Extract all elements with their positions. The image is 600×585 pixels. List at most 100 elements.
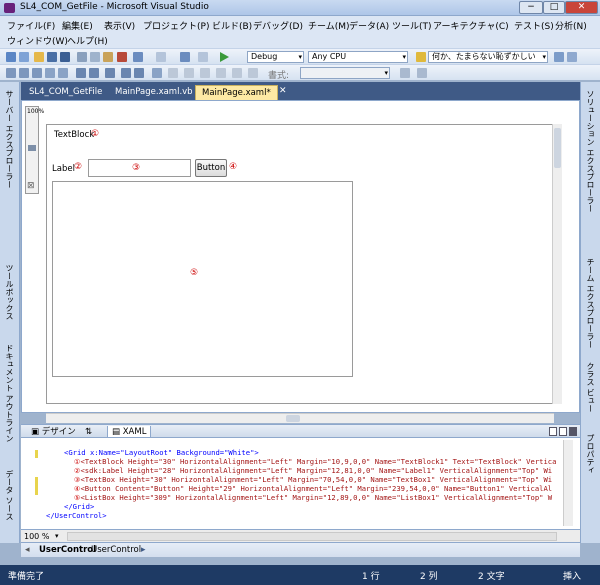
- uncomment-icon[interactable]: [105, 68, 115, 78]
- align-center-icon[interactable]: [19, 68, 29, 78]
- text-icon[interactable]: [417, 68, 427, 78]
- textblock-element[interactable]: TextBlock: [54, 130, 94, 140]
- solution-explorer-tab[interactable]: ソリューション エクスプローラー: [585, 90, 596, 213]
- menu-project[interactable]: プロジェクト(P): [143, 19, 209, 32]
- solution-explorer-icon[interactable]: [554, 52, 564, 62]
- swap-panes-button[interactable]: ⇅: [81, 426, 96, 438]
- align-right-icon[interactable]: [32, 68, 42, 78]
- navigate-back-icon[interactable]: [180, 52, 190, 62]
- scrollbar-thumb[interactable]: [286, 415, 300, 422]
- save-icon[interactable]: [47, 52, 57, 62]
- tab-sl4-com-getfile[interactable]: SL4_COM_GetFile: [23, 85, 108, 100]
- fit-icon[interactable]: ⊠: [27, 181, 35, 191]
- horizontal-split-icon[interactable]: [549, 427, 557, 436]
- data-sources-tab[interactable]: データ ソース: [4, 470, 15, 521]
- design-tab[interactable]: ▣ デザイン: [27, 426, 80, 438]
- button-element[interactable]: Button: [195, 159, 227, 177]
- code-line-textblock[interactable]: ①<TextBlock Height="30" HorizontalAlignm…: [74, 457, 556, 466]
- tab-mainpage-xaml[interactable]: MainPage.xaml*: [195, 85, 278, 100]
- tab-order-icon[interactable]: [248, 68, 258, 78]
- close-tab-icon[interactable]: ✕: [279, 86, 287, 96]
- configuration-dropdown[interactable]: Debug ▾: [247, 51, 304, 63]
- class-view-tab[interactable]: クラス ビュー: [585, 362, 596, 413]
- document-outline-tab[interactable]: ドキュメント アウトライン: [4, 344, 15, 443]
- menu-view[interactable]: 表示(V): [104, 19, 135, 32]
- find-in-files-icon[interactable]: [416, 52, 426, 62]
- team-explorer-tab[interactable]: チーム エクスプローラー: [585, 258, 596, 349]
- undo-icon[interactable]: [133, 52, 143, 62]
- cut-icon[interactable]: [77, 52, 87, 62]
- align-left-icon[interactable]: [6, 68, 16, 78]
- tab-mainpage-xaml-vb[interactable]: MainPage.xaml.vb: [109, 85, 199, 100]
- code-line-usercontrol-close[interactable]: </UserControl>: [46, 511, 107, 520]
- minimize-button[interactable]: −: [519, 1, 543, 14]
- bookmark-icon[interactable]: [76, 68, 86, 78]
- copy-icon[interactable]: [90, 52, 100, 62]
- grid-icon[interactable]: [216, 68, 226, 78]
- collapse-pane-icon[interactable]: [569, 427, 577, 436]
- properties-tab[interactable]: プロパティ: [585, 434, 596, 474]
- save-all-icon[interactable]: [60, 52, 70, 62]
- scrollbar-thumb[interactable]: [554, 128, 561, 168]
- close-button[interactable]: ✕: [565, 1, 598, 14]
- code-line-textbox[interactable]: ③<TextBox Height="30" HorizontalAlignmen…: [74, 475, 552, 484]
- find-combo[interactable]: 何か、たまらない恥ずかしい ▾: [428, 51, 548, 63]
- start-debugging-icon[interactable]: [220, 52, 229, 62]
- zoom-slider[interactable]: 100% ⊠: [25, 106, 44, 194]
- size-width-icon[interactable]: [152, 68, 162, 78]
- code-line-listbox[interactable]: ⑤<ListBox Height="309" HorizontalAlignme…: [74, 493, 552, 502]
- delete-icon[interactable]: [117, 52, 127, 62]
- toolbox-tab[interactable]: ツールボックス: [4, 264, 15, 320]
- paste-icon[interactable]: [103, 52, 113, 62]
- menu-test[interactable]: テスト(S): [514, 19, 554, 32]
- font-size-icon[interactable]: [45, 68, 55, 78]
- designer-vertical-scrollbar[interactable]: [552, 124, 562, 404]
- code-horizontal-scrollbar[interactable]: [67, 532, 557, 541]
- server-explorer-tab[interactable]: サーバー エクスプローラー: [4, 90, 15, 189]
- snap-icon[interactable]: [232, 68, 242, 78]
- open-file-icon[interactable]: [34, 52, 44, 62]
- code-line-grid-close[interactable]: </Grid>: [64, 502, 94, 511]
- comment-icon[interactable]: [89, 68, 99, 78]
- platform-dropdown[interactable]: Any CPU ▾: [308, 51, 408, 63]
- properties-icon[interactable]: [567, 52, 577, 62]
- navigate-forward-icon[interactable]: [198, 52, 208, 62]
- designer-horizontal-scrollbar[interactable]: [46, 413, 554, 423]
- menu-analyze[interactable]: 分析(N): [555, 19, 587, 32]
- format-dropdown[interactable]: ▾: [300, 67, 390, 79]
- breadcrumb-next-icon[interactable]: ▸: [141, 545, 146, 555]
- vertical-split-icon[interactable]: [559, 427, 567, 436]
- new-project-icon[interactable]: [6, 52, 16, 62]
- label-element[interactable]: Label: [52, 164, 75, 174]
- breadcrumb-usercontrol-root[interactable]: UserControl: [39, 545, 96, 555]
- code-zoom-level[interactable]: 100 %: [24, 532, 49, 541]
- menu-architecture[interactable]: アーキテクチャ(C): [433, 19, 509, 32]
- menu-debug[interactable]: デバッグ(D): [253, 19, 303, 32]
- redo-icon[interactable]: [156, 52, 166, 62]
- layer-back-icon[interactable]: [184, 68, 194, 78]
- format-icon[interactable]: [58, 68, 68, 78]
- xaml-tab[interactable]: ▤ XAML: [107, 426, 152, 438]
- code-line-button[interactable]: ④<Button Content="Button" Height="29" Ho…: [74, 484, 552, 493]
- code-vertical-scrollbar[interactable]: [563, 440, 573, 526]
- menu-tools[interactable]: ツール(T): [392, 19, 432, 32]
- code-line-label[interactable]: ②<sdk:Label Height="28" HorizontalAlignm…: [74, 466, 552, 475]
- breadcrumb-usercontrol[interactable]: UserControl: [91, 545, 141, 555]
- menu-data[interactable]: データ(A): [349, 19, 389, 32]
- menu-help[interactable]: ヘルプ(H): [67, 34, 108, 47]
- outdent-icon[interactable]: [134, 68, 144, 78]
- spacing-icon[interactable]: [200, 68, 210, 78]
- menu-edit[interactable]: 編集(E): [62, 19, 93, 32]
- menu-window[interactable]: ウィンドウ(W): [7, 34, 68, 47]
- spell-icon[interactable]: [400, 68, 410, 78]
- code-line-grid-open[interactable]: <Grid x:Name="LayoutRoot" Background="Wh…: [64, 448, 259, 457]
- add-item-icon[interactable]: [19, 52, 29, 62]
- menu-team[interactable]: チーム(M): [308, 19, 350, 32]
- chevron-down-icon[interactable]: ▾: [55, 532, 59, 540]
- maximize-button[interactable]: □: [543, 1, 565, 14]
- zoom-thumb[interactable]: [28, 145, 36, 151]
- layer-front-icon[interactable]: [168, 68, 178, 78]
- indent-icon[interactable]: [121, 68, 131, 78]
- menu-file[interactable]: ファイル(F): [7, 19, 55, 32]
- listbox-element[interactable]: [52, 181, 353, 377]
